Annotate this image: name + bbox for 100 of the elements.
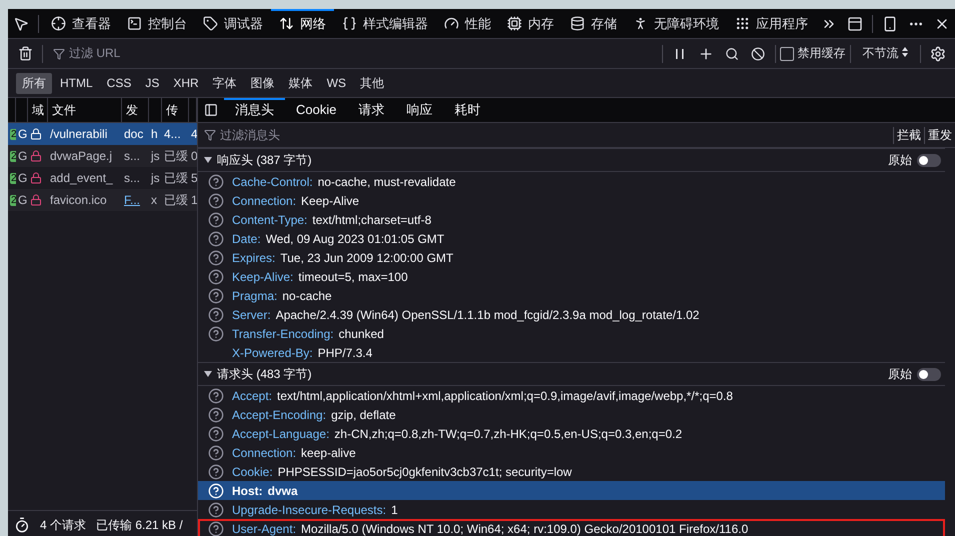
tool-tab[interactable]: 内存 [499,9,562,38]
section-title[interactable]: 响应头 (387 字节) [217,152,312,168]
caret-icon[interactable] [204,371,212,377]
type-filter-button[interactable]: JS [139,74,166,92]
details-tab[interactable]: 请求 [347,98,396,122]
insecure-lock-icon [30,128,42,140]
header-row[interactable]: Accept: text/html,application/xhtml+xml,application/xml;q=0.9,image/avif,image/webp,*/*;q=0.8 [198,386,945,405]
header-row[interactable]: Upgrade-Insecure-Requests: 1 [198,500,945,519]
header-row[interactable]: Accept-Encoding: gzip, deflate [198,405,945,424]
header-filter-field[interactable]: 过滤消息头 [204,126,893,144]
tool-tab[interactable]: 性能 [436,9,499,38]
header-row[interactable]: Host: dvwa [198,481,945,500]
type-filter-button[interactable]: 其他 [354,72,390,94]
tool-tab[interactable]: 应用程序 [727,9,816,38]
disable-cache-checkbox[interactable]: 禁用缓存 [780,45,846,62]
table-cell[interactable]: /vulnerabili [48,123,122,145]
help-icon[interactable] [208,306,224,322]
help-icon[interactable] [208,388,224,404]
type-filter-button[interactable]: 所有 [16,72,52,94]
help-icon[interactable] [208,502,224,518]
header-row[interactable]: Content-Type: text/html;charset=utf-8 [198,210,945,229]
tool-tab[interactable]: 样式编辑器 [334,9,436,38]
table-cell[interactable]: favicon.ico [48,189,122,211]
table-cell: 4... [162,123,189,145]
header-row[interactable]: Pragma: no-cache [198,286,945,305]
header-row[interactable]: Transfer-Encoding: chunked [198,324,945,343]
section-title[interactable]: 请求头 (483 字节) [217,366,312,382]
tool-tab[interactable]: 查看器 [43,9,119,38]
status-badge: 2 [10,150,16,162]
gauge-icon [444,16,459,31]
type-filter-button[interactable]: 媒体 [282,72,319,94]
details-tab[interactable]: 耗时 [443,98,492,122]
header-row[interactable]: Server: Apache/2.4.39 (Win64) OpenSSL/1.1.1b mod_fcgid/2.3.9a mod_log_rotate/1.02 [198,305,945,324]
help-icon[interactable] [208,250,224,266]
table-cell: 1 [189,189,197,211]
help-icon[interactable] [208,174,224,190]
header-row[interactable]: Connection: Keep-Alive [198,191,945,210]
tag-icon [203,16,218,31]
table-cell: G [16,123,28,145]
column-header[interactable]: 域 [28,98,48,123]
tool-tab[interactable]: 存储 [562,9,625,38]
table-cell: F... [122,189,149,211]
help-icon[interactable] [208,326,224,342]
type-filter-button[interactable]: 字体 [206,72,243,94]
header-row[interactable]: Cache-Control: no-cache, must-revalidate [198,172,945,191]
help-icon[interactable] [208,268,224,284]
details-tab[interactable]: Cookie [285,98,348,122]
tool-tab[interactable]: 网络 [271,9,334,38]
tool-tab[interactable]: 调试器 [195,9,271,38]
help-icon[interactable] [208,212,224,228]
column-header[interactable]: 文件 [48,98,122,123]
filter-icon [204,129,216,141]
table-cell: doc [122,123,149,145]
help-icon[interactable] [208,520,224,536]
throttle-dropdown[interactable]: 不节流 [854,45,916,62]
transferred-size: 已传输 6.21 kB / [96,516,183,534]
help-icon[interactable] [208,406,224,422]
action-button[interactable]: 拦截 [893,126,924,144]
header-row[interactable]: X-Powered-By: PHP/7.3.4 [198,343,945,362]
arrows-icon [279,16,294,31]
table-cell[interactable]: dvwaPage.j [48,145,122,167]
url-filter-field[interactable]: 过滤 URL [47,45,658,62]
type-filter-button[interactable]: WS [320,74,352,92]
help-icon[interactable] [208,464,224,480]
status-badge: 2 [10,172,16,184]
insecure-lock-icon [30,172,42,184]
header-row[interactable]: Accept-Language: zh-CN,zh;q=0.8,zh-TW;q=0.7,zh-HK;q=0.5,en-US;q=0.3,en;q=0.2 [198,424,945,443]
raw-toggle[interactable] [917,154,941,166]
help-icon[interactable] [208,426,224,442]
help-icon[interactable] [208,288,224,304]
header-row[interactable]: Connection: keep-alive [198,443,945,462]
insecure-lock-icon [30,194,42,206]
details-tab[interactable]: 消息头 [224,98,285,122]
table-cell: x [149,189,162,211]
type-filter-button[interactable]: XHR [167,74,205,92]
action-button[interactable]: 重发 [924,126,955,144]
braces-icon [342,16,357,31]
column-header[interactable]: 发 [122,98,149,123]
highlighted-header-row[interactable]: User-Agent: Mozilla/5.0 (Windows NT 10.0; Win64; x64; rv:109.0) Gecko/20100101 Firefox/116.0 [198,519,945,536]
help-icon[interactable] [208,444,224,460]
table-cell: js [149,145,162,167]
timer-icon[interactable] [14,517,30,533]
raw-label: 原始 [888,152,912,168]
tool-tab[interactable]: 无障碍环境 [625,9,727,38]
caret-icon[interactable] [204,157,212,163]
raw-toggle[interactable] [917,368,941,380]
table-cell: G [16,145,28,167]
header-row[interactable]: Cookie: PHPSESSID=jao5or5cj0gkfenitv3cb37c1t; security=low [198,462,945,481]
column-header[interactable]: 传 [162,98,189,123]
details-tab[interactable]: 响应 [395,98,444,122]
help-icon[interactable] [208,230,224,246]
type-filter-button[interactable]: 图像 [244,72,281,94]
type-filter-button[interactable]: CSS [100,74,138,92]
header-row[interactable]: Keep-Alive: timeout=5, max=100 [198,267,945,286]
type-filter-button[interactable]: HTML [54,74,99,92]
tool-tab[interactable]: 控制台 [119,9,195,38]
terminal-icon [127,16,142,31]
help-icon[interactable] [208,192,224,208]
header-row[interactable]: Expires: Tue, 23 Jun 2009 12:00:00 GMT [198,248,945,267]
header-row[interactable]: Date: Wed, 09 Aug 2023 01:01:05 GMT [198,229,945,248]
